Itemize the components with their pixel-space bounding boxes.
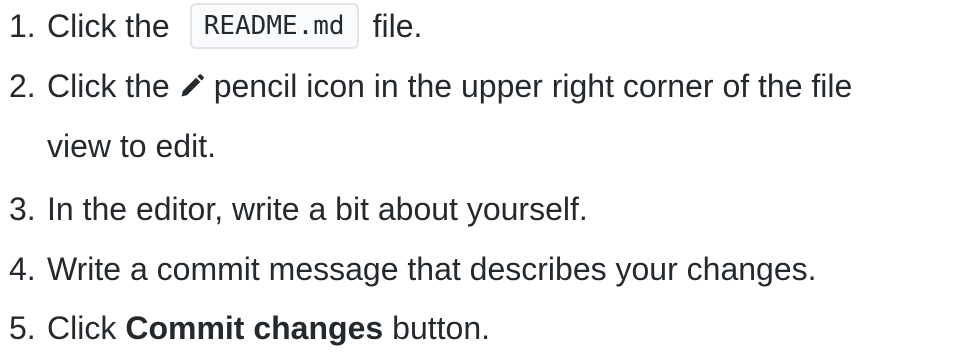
step-number: 1. bbox=[9, 8, 36, 44]
step-text: Click the bbox=[47, 68, 170, 104]
step-text: button. bbox=[392, 310, 491, 346]
commit-changes-label: Commit changes bbox=[125, 310, 384, 346]
step-number: 2. bbox=[9, 68, 36, 104]
step-5: 5. Click Commit changes button. bbox=[0, 298, 490, 358]
readme-filename-code: README.md bbox=[189, 3, 359, 49]
step-text: Write a commit message that describes yo… bbox=[47, 251, 817, 287]
step-text: pencil icon in the upper right corner of… bbox=[213, 68, 853, 104]
step-number: 3. bbox=[9, 191, 36, 227]
step-text: Click the bbox=[47, 8, 170, 44]
step-text-continuation: view to edit. bbox=[47, 128, 216, 164]
step-text: Click bbox=[47, 310, 117, 346]
step-text: file. bbox=[372, 8, 423, 44]
step-4: 4. Write a commit message that describes… bbox=[0, 239, 817, 299]
step-2: 2. Click the pencil icon in the upper ri… bbox=[0, 56, 853, 164]
step-text: In the editor, write a bit about yoursel… bbox=[47, 191, 588, 227]
step-number: 5. bbox=[9, 310, 36, 346]
step-3: 3. In the editor, write a bit about your… bbox=[0, 179, 588, 239]
step-1: 1. Click the README.md file. bbox=[0, 0, 422, 56]
step-number: 4. bbox=[9, 251, 36, 287]
pencil-icon bbox=[178, 72, 206, 100]
